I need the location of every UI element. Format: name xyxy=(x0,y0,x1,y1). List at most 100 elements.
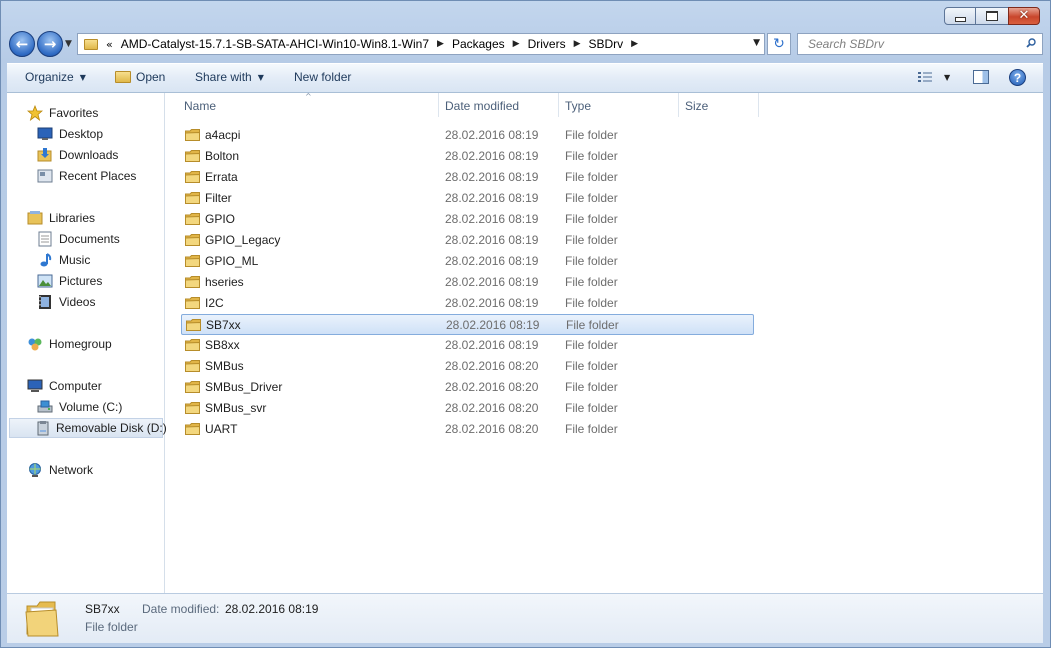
file-date-modified: 28.02.2016 08:19 xyxy=(445,296,539,310)
chevron-down-icon: ▼ xyxy=(79,72,86,82)
forward-button[interactable]: → xyxy=(37,31,63,57)
column-header-date-modified[interactable]: Date modified xyxy=(439,93,559,117)
open-button[interactable]: Open xyxy=(115,70,165,84)
file-date-modified: 28.02.2016 08:19 xyxy=(445,149,539,163)
sidebar-item-downloads[interactable]: Downloads xyxy=(37,145,118,165)
sidebar-item-desktop[interactable]: Desktop xyxy=(37,124,103,144)
search-box[interactable] xyxy=(797,33,1043,55)
table-row[interactable]: SMBus_Driver 28.02.2016 08:20 File folder xyxy=(181,377,754,398)
file-type: File folder xyxy=(565,422,618,436)
libraries-icon xyxy=(27,210,43,226)
table-row[interactable]: SMBus 28.02.2016 08:20 File folder xyxy=(181,356,754,377)
file-date-modified: 28.02.2016 08:20 xyxy=(445,422,539,436)
file-date-modified: 28.02.2016 08:19 xyxy=(445,128,539,142)
breadcrumb-item[interactable]: SBDrv xyxy=(589,37,624,51)
close-button[interactable]: ✕ xyxy=(1008,7,1040,25)
table-row[interactable]: Filter 28.02.2016 08:19 File folder xyxy=(181,188,754,209)
breadcrumb-item[interactable]: AMD-Catalyst-15.7.1-SB-SATA-AHCI-Win10-W… xyxy=(121,37,429,51)
back-button[interactable]: ← xyxy=(9,31,35,57)
file-type: File folder xyxy=(565,128,618,142)
sidebar-item-label: Pictures xyxy=(59,274,103,288)
maximize-button[interactable] xyxy=(976,7,1008,25)
table-row[interactable]: a4acpi 28.02.2016 08:19 File folder xyxy=(181,125,754,146)
table-row[interactable]: GPIO_ML 28.02.2016 08:19 File folder xyxy=(181,251,754,272)
file-name: GPIO_Legacy xyxy=(205,233,281,247)
chevron-right-icon[interactable]: ▶ xyxy=(631,39,638,49)
share-with-label: Share with xyxy=(195,70,252,84)
arrow-left-icon: ← xyxy=(15,35,29,53)
sidebar-item-music[interactable]: Music xyxy=(37,250,90,270)
table-row[interactable]: Errata 28.02.2016 08:19 File folder xyxy=(181,167,754,188)
table-row[interactable]: GPIO_Legacy 28.02.2016 08:19 File folder xyxy=(181,230,754,251)
view-options-dropdown-icon[interactable]: ▼ xyxy=(944,73,950,82)
folder-icon xyxy=(185,276,200,288)
file-date-modified: 28.02.2016 08:20 xyxy=(445,380,539,394)
help-icon[interactable]: ? xyxy=(1009,69,1026,86)
minimize-button[interactable] xyxy=(944,7,976,25)
address-bar[interactable]: « AMD-Catalyst-15.7.1-SB-SATA-AHCI-Win10… xyxy=(77,33,765,55)
table-row[interactable]: GPIO 28.02.2016 08:19 File folder xyxy=(181,209,754,230)
folder-icon xyxy=(186,319,201,331)
preview-pane-icon[interactable] xyxy=(973,70,989,84)
close-icon: ✕ xyxy=(1018,8,1030,23)
table-row[interactable]: Bolton 28.02.2016 08:19 File folder xyxy=(181,146,754,167)
column-header-label: Date modified xyxy=(445,99,520,113)
recent-pages-dropdown-icon[interactable]: ▼ xyxy=(65,39,72,49)
file-name: Filter xyxy=(205,191,232,205)
refresh-button[interactable]: ↻ xyxy=(767,33,791,55)
caption-buttons: ✕ xyxy=(944,7,1040,25)
sidebar-item-volume-c[interactable]: Volume (C:) xyxy=(37,397,122,417)
open-label: Open xyxy=(136,70,166,84)
column-header-type[interactable]: Type xyxy=(559,93,679,117)
chevron-right-icon[interactable]: ▶ xyxy=(437,39,444,49)
breadcrumb-item[interactable]: Drivers xyxy=(528,37,566,51)
sidebar-item-videos[interactable]: Videos xyxy=(37,292,95,312)
folder-icon xyxy=(185,192,200,204)
file-type: File folder xyxy=(565,212,618,226)
table-row[interactable]: SMBus_svr 28.02.2016 08:20 File folder xyxy=(181,398,754,419)
sidebar-item-removable-disk[interactable]: Removable Disk (D:) xyxy=(9,418,167,438)
breadcrumb-overflow-icon[interactable]: « xyxy=(106,38,113,51)
downloads-icon xyxy=(37,147,53,163)
share-with-button[interactable]: Share with ▼ xyxy=(195,70,264,84)
details-pane: SB7xx Date modified: 28.02.2016 08:19 Fi… xyxy=(7,593,1043,643)
sidebar-item-libraries[interactable]: Libraries xyxy=(27,208,95,228)
table-row[interactable]: hseries 28.02.2016 08:19 File folder xyxy=(181,272,754,293)
table-row[interactable]: SB7xx 28.02.2016 08:19 File folder xyxy=(181,314,754,335)
column-header-label: Size xyxy=(685,99,709,113)
file-name: SMBus_Driver xyxy=(205,380,283,394)
music-icon xyxy=(37,252,53,268)
table-row[interactable]: SB8xx 28.02.2016 08:19 File folder xyxy=(181,335,754,356)
sidebar-item-computer[interactable]: Computer xyxy=(27,376,102,396)
change-view-icon[interactable] xyxy=(917,71,933,85)
file-type: File folder xyxy=(565,401,618,415)
file-type: File folder xyxy=(565,338,618,352)
file-date-modified: 28.02.2016 08:19 xyxy=(445,191,539,205)
folder-icon xyxy=(185,234,200,246)
column-header-name[interactable]: Name ^ xyxy=(165,93,439,117)
sidebar-item-label: Documents xyxy=(59,232,120,246)
recent-places-icon xyxy=(37,168,53,184)
sidebar-item-documents[interactable]: Documents xyxy=(37,229,120,249)
refresh-icon: ↻ xyxy=(773,36,785,52)
column-headers: Name ^ Date modified Type Size xyxy=(165,93,1043,117)
sidebar-item-pictures[interactable]: Pictures xyxy=(37,271,102,291)
sidebar-item-homegroup[interactable]: Homegroup xyxy=(27,334,112,354)
chevron-down-icon[interactable]: ▼ xyxy=(753,38,760,48)
breadcrumb-item[interactable]: Packages xyxy=(452,37,505,51)
sidebar-item-network[interactable]: Network xyxy=(27,460,93,480)
new-folder-button[interactable]: New folder xyxy=(294,70,351,84)
table-row[interactable]: I2C 28.02.2016 08:19 File folder xyxy=(181,293,754,314)
file-name: GPIO xyxy=(205,212,236,226)
sidebar-item-recent-places[interactable]: Recent Places xyxy=(37,166,136,186)
sidebar-item-favorites[interactable]: Favorites xyxy=(27,103,98,123)
table-row[interactable]: UART 28.02.2016 08:20 File folder xyxy=(181,419,754,440)
column-header-size[interactable]: Size xyxy=(679,93,759,117)
search-input[interactable] xyxy=(806,36,1030,52)
search-icon[interactable] xyxy=(1026,38,1036,48)
organize-button[interactable]: Organize ▼ xyxy=(25,70,86,84)
file-date-modified: 28.02.2016 08:20 xyxy=(445,401,539,415)
chevron-right-icon[interactable]: ▶ xyxy=(574,39,581,49)
chevron-right-icon[interactable]: ▶ xyxy=(513,39,520,49)
hard-drive-icon xyxy=(37,399,53,415)
